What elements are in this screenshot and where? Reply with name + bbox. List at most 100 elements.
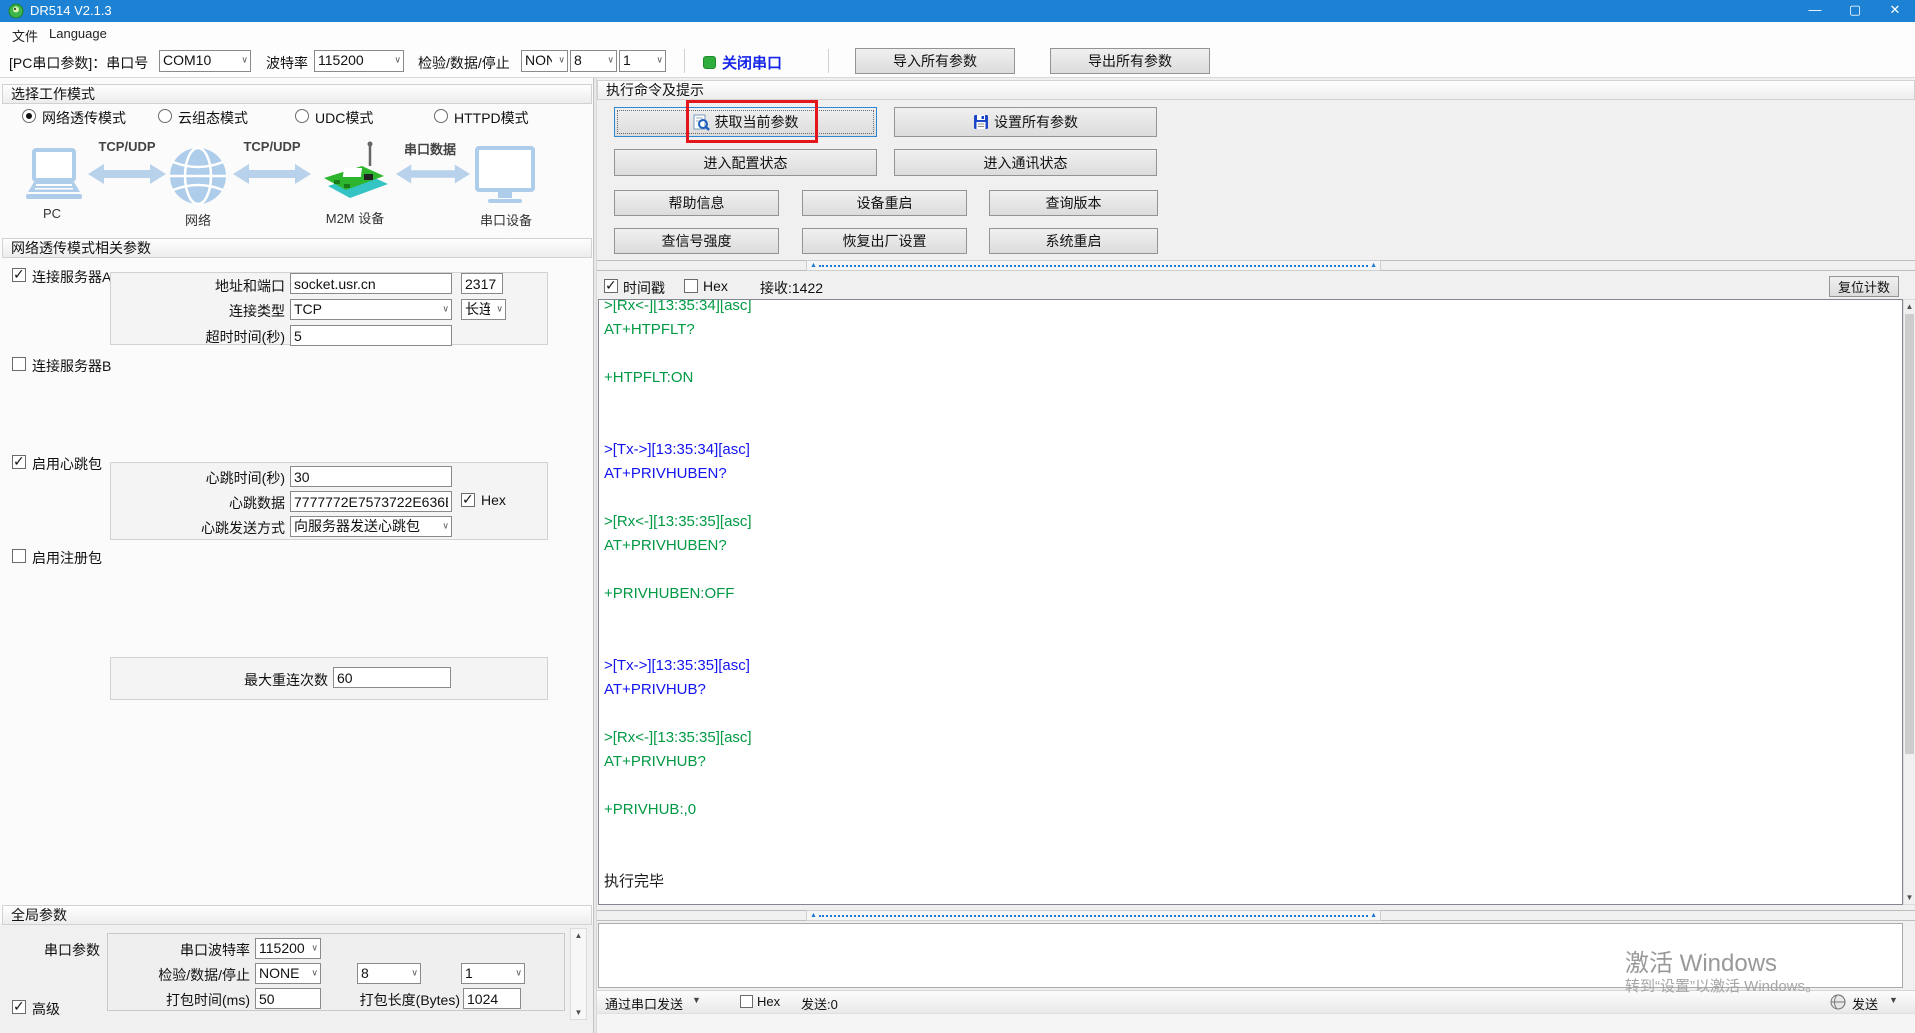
log-hex-checkbox[interactable]: [684, 279, 698, 293]
packtime-label: 打包时间(ms): [166, 992, 250, 1008]
radio-net-passthrough[interactable]: [22, 109, 36, 123]
heartbeat-hex-checkbox[interactable]: [461, 491, 475, 508]
export-params-button[interactable]: 导出所有参数: [1050, 48, 1210, 74]
scroll-down-icon[interactable]: ▼: [571, 1006, 586, 1019]
radio-httpd-mode[interactable]: [434, 109, 448, 123]
log-output[interactable]: >[Rx<-][13:35:34][asc] AT+HTPFLT? +HTPFL…: [598, 299, 1903, 905]
set-params-button[interactable]: 设置所有参数: [894, 107, 1157, 137]
stopbits-select[interactable]: 1 ∨: [619, 50, 666, 72]
global-parity-select[interactable]: NONE ∨: [255, 963, 321, 984]
pc-serial-label: [PC串口参数]：串口号: [9, 55, 149, 71]
conn-mode-select[interactable]: 长连接∨: [461, 299, 506, 320]
factory-reset-button[interactable]: 恢复出厂设置: [802, 228, 967, 254]
splitter-arrow-icon: ▲: [810, 262, 817, 269]
serverA-checkbox[interactable]: [12, 266, 26, 283]
conn-type-select[interactable]: TCP ∨: [290, 299, 452, 320]
scroll-up-icon[interactable]: ▲: [1904, 300, 1915, 313]
workmode-header: 选择工作模式: [2, 84, 592, 104]
global-parity-label: 检验/数据/停止: [158, 967, 250, 983]
packlen-input[interactable]: [463, 988, 521, 1009]
diagram-link3-label: 串口数据: [403, 142, 456, 157]
radio-udc-mode[interactable]: [295, 109, 309, 123]
regpack-checkbox[interactable]: [12, 549, 26, 563]
com-port-select[interactable]: COM10 ∨: [159, 50, 251, 72]
send-via-dropdown[interactable]: 通过串口发送: [605, 994, 683, 1013]
radio-cloud-config[interactable]: [158, 109, 172, 123]
heartbeat-mode-label: 心跳发送方式: [201, 520, 285, 536]
import-params-button[interactable]: 导入所有参数: [855, 48, 1015, 74]
splitter-arrow-icon: ▲: [1370, 912, 1377, 919]
enter-config-button[interactable]: 进入配置状态: [614, 149, 877, 176]
scrollbar-thumb[interactable]: [1905, 314, 1914, 754]
diagram-network-label: 网络: [184, 213, 211, 228]
send-hex-label: Hex: [757, 994, 781, 1009]
heartbeat-checkbox[interactable]: [12, 453, 26, 470]
window-title: DR514 V2.1.3: [30, 3, 112, 18]
log-line: AT+PRIVHUBEN?: [604, 465, 727, 482]
server-address-input[interactable]: [290, 273, 452, 294]
menu-file[interactable]: 文件: [8, 25, 42, 46]
heartbeat-data-input[interactable]: [290, 491, 452, 512]
port-open-indicator-icon: [703, 56, 716, 69]
menu-bar: 文件 Language: [0, 22, 1915, 45]
system-reboot-button[interactable]: 系统重启: [989, 228, 1158, 254]
serial-toolbar: [PC串口参数]：串口号 COM10 ∨ 波特率 115200 ∨ 检验/数据/停止…: [0, 45, 1915, 78]
log-bottom-splitter[interactable]: ▲ ▲: [597, 910, 1915, 921]
device-reboot-button[interactable]: 设备重启: [802, 190, 967, 216]
enter-comm-button[interactable]: 进入通讯状态: [894, 149, 1157, 176]
minimize-button[interactable]: —: [1795, 0, 1835, 22]
menu-language[interactable]: Language: [45, 25, 111, 42]
global-baud-select[interactable]: 115200 ∨: [255, 938, 321, 959]
global-baud-label: 串口波特率: [180, 942, 250, 958]
splitter-handle[interactable]: ▲ ▲: [806, 260, 1381, 271]
splitter-handle[interactable]: ▲ ▲: [806, 910, 1381, 921]
splitter-arrow-icon: ▲: [1370, 262, 1377, 269]
log-line: >[Tx->][13:35:35][asc]: [604, 657, 750, 674]
log-scrollbar[interactable]: ▲ ▼: [1903, 299, 1915, 905]
log-top-splitter[interactable]: ▲ ▲: [597, 260, 1915, 271]
send-hex-checkbox[interactable]: [740, 995, 753, 1008]
network-globe-icon: [170, 146, 226, 206]
diagram-m2m-label: M2M 设备: [325, 211, 385, 226]
help-info-button[interactable]: 帮助信息: [614, 190, 779, 216]
heartbeat-label: 启用心跳包: [32, 456, 102, 472]
query-signal-button[interactable]: 查信号强度: [614, 228, 779, 254]
maximize-button[interactable]: ▢: [1835, 0, 1875, 22]
packtime-input[interactable]: [255, 988, 321, 1009]
heartbeat-time-label: 心跳时间(秒): [205, 470, 285, 486]
global-databits-select[interactable]: 8 ∨: [357, 963, 421, 984]
serverB-checkbox[interactable]: [12, 357, 26, 371]
heartbeat-time-input[interactable]: [290, 466, 452, 487]
heartbeat-mode-select[interactable]: 向服务器发送心跳包 ∨: [290, 516, 452, 537]
global-stopbits-select[interactable]: 1 ∨: [461, 963, 525, 984]
chevron-down-icon[interactable]: ▼: [692, 995, 701, 1005]
close-port-button[interactable]: 关闭串口: [703, 52, 782, 73]
server-port-input[interactable]: [461, 273, 503, 294]
close-button[interactable]: ✕: [1875, 0, 1915, 22]
reset-counter-button[interactable]: 复位计数: [1829, 276, 1899, 297]
advanced-checkbox[interactable]: [12, 998, 26, 1015]
chevron-down-icon[interactable]: ▼: [1889, 995, 1898, 1005]
commands-header: 执行命令及提示: [597, 80, 1915, 100]
packlen-label: 打包长度(Bytes): [359, 992, 460, 1008]
toolbar-separator2: [828, 49, 829, 73]
panel-divider: [593, 78, 597, 1033]
query-version-button[interactable]: 查询版本: [989, 190, 1158, 216]
timestamp-checkbox[interactable]: [604, 277, 618, 294]
log-line: AT+PRIVHUBEN?: [604, 537, 727, 554]
parity-select[interactable]: NONI∨: [521, 50, 568, 72]
send-button[interactable]: 发送: [1852, 994, 1878, 1013]
scroll-down-icon[interactable]: ▼: [1904, 891, 1915, 904]
diagram-serial-label: 串口设备: [479, 213, 532, 228]
splitter-arrow-icon: ▲: [810, 912, 817, 919]
baud-select[interactable]: 115200 ∨: [314, 50, 404, 72]
max-reconnect-input[interactable]: [333, 667, 451, 688]
databits-select[interactable]: 8 ∨: [570, 50, 617, 72]
timeout-input[interactable]: [290, 325, 452, 346]
left-panel-scrollbar[interactable]: ▲ ▼: [570, 928, 587, 1020]
heartbeat-hex-label: Hex: [481, 492, 506, 508]
scroll-up-icon[interactable]: ▲: [571, 929, 586, 942]
